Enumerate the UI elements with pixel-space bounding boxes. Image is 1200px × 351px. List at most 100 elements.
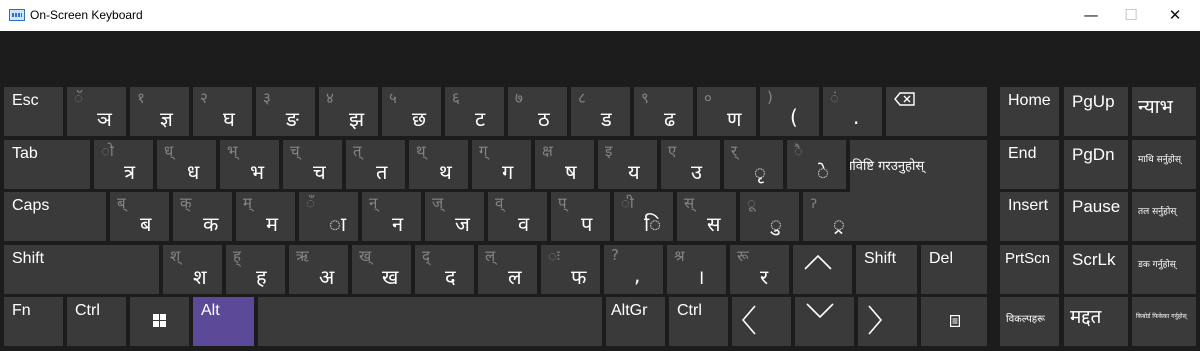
key-arrow-right[interactable] (858, 297, 917, 346)
key-primary: य (628, 160, 640, 184)
key-primary: ( (790, 105, 798, 129)
key-4[interactable]: ३ङ (256, 87, 315, 136)
key-backspace[interactable] (886, 87, 987, 136)
key-p[interactable]: एउ (661, 140, 720, 189)
key-a[interactable]: ब् ब (110, 192, 169, 241)
key-y[interactable]: थ् थ (409, 140, 468, 189)
key-slash[interactable]: रू र (730, 245, 789, 294)
key-b[interactable]: द् द (415, 245, 474, 294)
key-primary: ि (644, 212, 662, 236)
key-x[interactable]: ह् ह (226, 245, 285, 294)
key-home[interactable]: Home (1000, 87, 1059, 136)
key-6[interactable]: ५छ (382, 87, 441, 136)
key-bracket-right[interactable]: ैे (787, 140, 846, 189)
key-m[interactable]: ः फ (541, 245, 600, 294)
key-secondary: ः (548, 247, 560, 265)
key-arrow-down[interactable] (795, 297, 854, 346)
key-n[interactable]: ल् ल (478, 245, 537, 294)
key-secondary: ब् (117, 194, 126, 212)
key-secondary: र् (731, 142, 738, 160)
key-menu[interactable] (921, 297, 987, 346)
key-navigate[interactable]: न्याभ (1132, 87, 1196, 136)
key-options[interactable]: विकल्पहरू (1000, 297, 1059, 346)
key-8[interactable]: ७ठ (508, 87, 567, 136)
key-5[interactable]: ४झ (319, 87, 378, 136)
key-label: किबोर्ड फिकेका गर्नुहोस् (1136, 313, 1187, 320)
key-esc[interactable]: Esc (4, 87, 63, 136)
key-secondary: ८ (578, 89, 586, 107)
key-secondary: ९ (641, 89, 649, 107)
key-arrow-left[interactable] (732, 297, 791, 346)
key-alt[interactable]: Alt (193, 297, 254, 346)
key-pause[interactable]: Pause (1064, 192, 1128, 241)
key-v[interactable]: ख् ख (352, 245, 411, 294)
arrow-down-icon (806, 303, 834, 319)
maximize-button[interactable]: ☐ (1108, 0, 1154, 31)
key-del[interactable]: Del (921, 245, 987, 294)
key-secondary: ध् (164, 142, 174, 160)
key-secondary: न् (369, 194, 378, 212)
key-shift-right[interactable]: Shift (856, 245, 917, 294)
key-t[interactable]: त् त (346, 140, 405, 189)
key-prtscn[interactable]: PrtScn (1000, 245, 1059, 294)
key-backslash[interactable]: ॽ्र (803, 192, 862, 241)
key-s[interactable]: क् क (173, 192, 232, 241)
arrow-up-icon (804, 254, 832, 270)
key-ctrl-left[interactable]: Ctrl (67, 297, 126, 346)
key-o[interactable]: इय (598, 140, 657, 189)
key-h[interactable]: ज् ज (425, 192, 484, 241)
key-3[interactable]: २घ (193, 87, 252, 136)
key-quote[interactable]: ूु (740, 192, 799, 241)
key-e[interactable]: भ् भ (220, 140, 279, 189)
key-j[interactable]: व् व (488, 192, 547, 241)
close-button[interactable]: ✕ (1152, 0, 1198, 31)
key-u[interactable]: ग् ग (472, 140, 531, 189)
key-f[interactable]: ँा (299, 192, 358, 241)
key-w[interactable]: ध् ध (157, 140, 216, 189)
key-pgdn[interactable]: PgDn (1064, 140, 1128, 189)
key-dock[interactable]: डक गर्नुहोस् (1132, 245, 1196, 294)
key-1[interactable]: ॅ ञ (67, 87, 126, 136)
key-period[interactable]: ं. (823, 87, 882, 136)
key-9[interactable]: ८ड (571, 87, 630, 136)
key-help[interactable]: मद्दत (1064, 297, 1128, 346)
key-fn[interactable]: Fn (4, 297, 63, 346)
key-equals[interactable]: )( (760, 87, 819, 136)
key-tab[interactable]: Tab (4, 140, 90, 189)
key-end[interactable]: End (1000, 140, 1059, 189)
key-2[interactable]: १ ज्ञ (130, 87, 189, 136)
key-move-down[interactable]: तल सर्नुहोस् (1132, 192, 1196, 241)
key-7[interactable]: ६ट (445, 87, 504, 136)
key-windows[interactable] (130, 297, 189, 346)
key-altgr[interactable]: AltGr (606, 297, 665, 346)
key-ctrl-right[interactable]: Ctrl (669, 297, 728, 346)
key-comma[interactable]: ?, (604, 245, 663, 294)
key-arrow-up[interactable] (793, 245, 852, 294)
key-z[interactable]: श् श (163, 245, 222, 294)
key-g[interactable]: न् न (362, 192, 421, 241)
key-secondary: ख् (359, 247, 372, 265)
key-r[interactable]: च् च (283, 140, 342, 189)
key-0[interactable]: ९ढ (634, 87, 693, 136)
key-bracket-left[interactable]: र्ृ (724, 140, 783, 189)
key-move-up[interactable]: माथि सर्नुहोस् (1132, 140, 1196, 189)
key-shift-left[interactable]: Shift (4, 245, 159, 294)
key-enter[interactable]: प्रविष्टि गरउनुहोस् (850, 140, 987, 241)
key-space[interactable] (258, 297, 602, 346)
key-i[interactable]: क्ष ष (535, 140, 594, 189)
key-d[interactable]: म् म (236, 192, 295, 241)
key-label: Pause (1072, 197, 1121, 216)
key-l[interactable]: ीि (614, 192, 673, 241)
key-k[interactable]: प् प (551, 192, 610, 241)
key-scrlk[interactable]: ScrLk (1064, 245, 1128, 294)
key-dot[interactable]: श्र । (667, 245, 726, 294)
key-semicolon[interactable]: स् स (677, 192, 736, 241)
key-secondary: ० (704, 89, 712, 107)
key-minus[interactable]: ०ण (697, 87, 756, 136)
key-q[interactable]: ो त्र (94, 140, 153, 189)
key-c[interactable]: ऋअ (289, 245, 348, 294)
key-insert[interactable]: Insert (1000, 192, 1059, 241)
key-pgup[interactable]: PgUp (1064, 87, 1128, 136)
key-fade[interactable]: किबोर्ड फिकेका गर्नुहोस् (1132, 297, 1196, 346)
key-caps[interactable]: Caps (4, 192, 106, 241)
